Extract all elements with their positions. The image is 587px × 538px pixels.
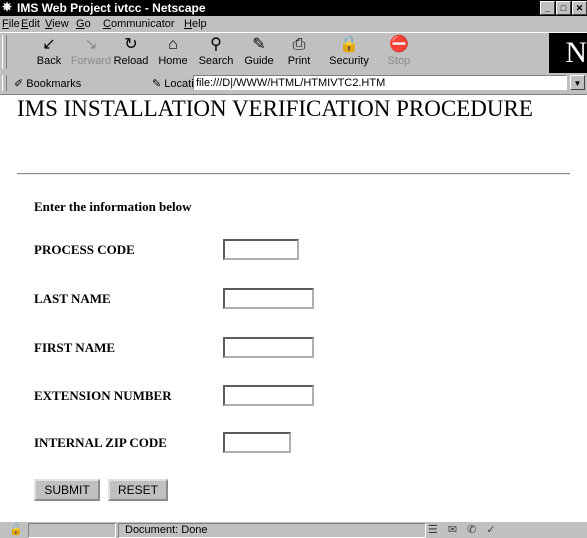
title-bar: ✵ IMS Web Project ivtcc - Netscape _ □ ✕	[0, 0, 587, 16]
horizontal-rule	[17, 173, 570, 175]
extension-number-label: EXTENSION NUMBER	[34, 388, 172, 403]
composer-icon[interactable]: ✓	[486, 524, 505, 536]
internal-zip-code-label: INTERNAL ZIP CODE	[34, 435, 167, 450]
toolbar-grip[interactable]	[2, 35, 7, 69]
menu-view[interactable]: View	[45, 18, 69, 30]
component-bar: ☰✉✆✓	[428, 523, 506, 536]
page-proxy-icon[interactable]: ✎	[152, 78, 164, 90]
menu-bar: File Edit View Go Communicator Help	[0, 16, 587, 32]
reset-button[interactable]: RESET	[108, 479, 168, 501]
print-button[interactable]: ⎙ Print	[276, 35, 322, 71]
progress-pane	[28, 523, 116, 538]
discussion-icon[interactable]: ✆	[467, 524, 486, 536]
security-button[interactable]: 🔒 Security	[326, 35, 372, 71]
status-bar: 🔓 Document: Done ☰✉✆✓	[0, 521, 587, 538]
mail-icon[interactable]: ✉	[448, 524, 467, 536]
reload-button[interactable]: ↻ Reload	[108, 35, 154, 71]
close-button[interactable]: ✕	[572, 1, 587, 15]
menu-go[interactable]: Go	[76, 18, 91, 30]
netscape-app-icon: ✵	[2, 0, 13, 14]
first-name-input[interactable]	[223, 337, 314, 358]
location-toolbar: ✐ Bookmarks ✎ Location: file:///D|/WWW/H…	[0, 73, 587, 95]
stop-icon: ⛔	[389, 36, 409, 53]
menu-file[interactable]: File	[2, 18, 20, 30]
internal-zip-code-input[interactable]	[223, 432, 291, 453]
navigation-toolbar: ↙ Back ↘ Forward ↻ Reload ⌂ Home ⚲ Search ✎ Gu…	[0, 32, 587, 74]
reload-icon: ↻	[124, 36, 138, 53]
menu-communicator[interactable]: Communicator	[103, 18, 175, 30]
printer-icon: ⎙	[292, 36, 306, 53]
location-toolbar-grip[interactable]	[2, 75, 7, 91]
first-name-label: FIRST NAME	[34, 340, 116, 355]
last-name-input[interactable]	[223, 288, 314, 309]
window-controls: _ □ ✕	[539, 1, 587, 15]
extension-number-input[interactable]	[223, 385, 314, 406]
maximize-button[interactable]: □	[556, 1, 571, 15]
search-icon: ⚲	[210, 36, 222, 53]
back-button[interactable]: ↙ Back	[26, 35, 72, 71]
menu-edit[interactable]: Edit	[21, 18, 40, 30]
netscape-logo[interactable]: N	[549, 33, 587, 73]
window-title: IMS Web Project ivtcc - Netscape	[17, 1, 206, 15]
process-code-input[interactable]	[223, 239, 299, 260]
chevron-down-icon: ▼	[573, 79, 582, 88]
bookmarks-icon: ✐	[14, 78, 27, 90]
last-name-label: LAST NAME	[34, 291, 111, 306]
padlock-icon: 🔒	[339, 36, 359, 53]
submit-button[interactable]: SUBMIT	[34, 479, 100, 501]
process-code-label: PROCESS CODE	[34, 242, 135, 257]
search-button[interactable]: ⚲ Search	[193, 35, 239, 71]
home-button[interactable]: ⌂ Home	[150, 35, 196, 71]
page-heading: IMS INSTALLATION VERIFICATION PROCEDURE	[17, 96, 533, 121]
stop-button[interactable]: ⛔ Stop	[376, 35, 422, 71]
menu-help[interactable]: Help	[184, 18, 207, 30]
security-lock-icon[interactable]: 🔓	[9, 523, 23, 536]
location-url-field[interactable]: file:///D|/WWW/HTML/HTMIVTC2.HTM	[193, 75, 567, 90]
location-dropdown-button[interactable]: ▼	[570, 75, 585, 90]
status-text: Document: Done	[118, 523, 426, 538]
home-icon: ⌂	[168, 36, 178, 53]
instructions-text: Enter the information below	[34, 199, 192, 214]
navigator-icon[interactable]: ☰	[428, 524, 448, 536]
page-content: IMS INSTALLATION VERIFICATION PROCEDURE …	[0, 95, 587, 521]
back-arrow-icon: ↙	[42, 36, 56, 53]
bookmarks-button[interactable]: ✐ Bookmarks	[14, 77, 81, 90]
minimize-button[interactable]: _	[540, 1, 555, 15]
